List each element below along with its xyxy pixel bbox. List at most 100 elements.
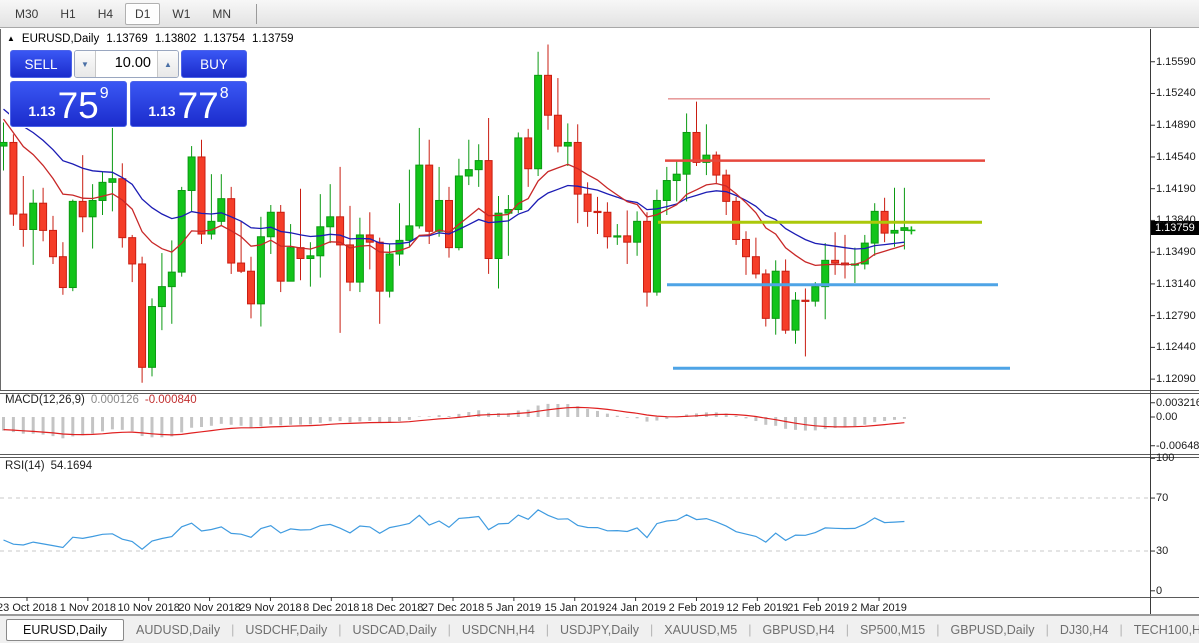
date-tick-label: 1 Nov 2018	[59, 602, 116, 614]
candle-body	[138, 263, 147, 368]
chart-tab-audusd-daily[interactable]: AUDUSD,Daily	[126, 620, 230, 640]
date-tick-label: 15 Jan 2019	[544, 602, 606, 614]
price-tick-label: 1.14540	[1156, 150, 1196, 163]
candle-body	[118, 178, 127, 239]
rsi-tick-label: 70	[1156, 492, 1169, 505]
chart-ohlc-header: ▲ EURUSD,Daily 1.13769 1.13802 1.13754 1…	[7, 33, 294, 45]
candle-body	[346, 244, 354, 283]
candle-body	[316, 226, 325, 257]
candle-body	[761, 273, 770, 319]
volume-decrease-icon[interactable]: ▼	[75, 51, 96, 77]
sell-price-prefix: 1.13	[28, 103, 56, 119]
candle-body	[29, 202, 38, 230]
macd-tick-label: -0.006485	[1156, 439, 1199, 452]
rsi-name: RSI(14)	[5, 460, 45, 472]
chart-tab-tech100-h1[interactable]: TECH100,H1	[1124, 620, 1199, 640]
chart-tab-gbpusd-daily[interactable]: GBPUSD,Daily	[941, 620, 1045, 640]
candle-body	[742, 238, 750, 258]
candle-body	[49, 229, 57, 258]
up-triangle-icon: ▲	[7, 33, 15, 43]
volume-input[interactable]: 10.00	[96, 51, 157, 77]
chart-tab-gbpusd-h4[interactable]: GBPUSD,H4	[752, 620, 844, 640]
candle-body	[474, 160, 483, 171]
candle-body	[900, 227, 909, 231]
price-tick-label: 1.12790	[1156, 309, 1196, 322]
candle-body	[682, 131, 691, 175]
candle-body	[286, 247, 295, 282]
chart-tab-usdchf-daily[interactable]: USDCHF,Daily	[235, 620, 337, 640]
price-tick-label: 1.14190	[1156, 182, 1196, 195]
candle-body	[553, 114, 562, 147]
chart-tab-dj30-h4[interactable]: DJ30,H4	[1050, 620, 1119, 640]
sell-price-button[interactable]: 1.13 75 9	[10, 81, 127, 127]
candle-body	[494, 212, 503, 260]
date-tick-label: 12 Feb 2019	[726, 602, 789, 614]
volume-increase-icon[interactable]: ▲	[157, 51, 178, 77]
date-tick-label: 2 Feb 2019	[668, 602, 725, 614]
rsi-tick-label: 0	[1156, 584, 1163, 597]
candle-body	[633, 220, 642, 243]
mt4-window: M30 H1 H4 D1 W1 MN ▲ EURUSD,Daily 1.13769 1.1…	[0, 0, 1199, 643]
candle-body	[613, 235, 622, 238]
buy-price-button[interactable]: 1.13 77 8	[130, 81, 247, 127]
candle-body	[484, 160, 493, 260]
candle-body	[296, 247, 305, 260]
candle-body	[68, 200, 77, 289]
candle-body	[603, 211, 612, 238]
rsi-value: 54.1694	[50, 460, 93, 472]
candle-body	[464, 169, 473, 177]
candle-body	[712, 154, 721, 176]
price-tick-label: 1.14890	[1156, 119, 1196, 132]
candle-body	[187, 156, 196, 192]
sell-button[interactable]: SELL	[10, 50, 72, 78]
rsi-tick-label: 100	[1156, 452, 1175, 465]
buy-price-sup: 8	[219, 85, 229, 102]
candle-body	[563, 141, 572, 147]
candle-body	[593, 210, 602, 214]
candle-body	[207, 220, 216, 235]
candle-body	[662, 180, 671, 201]
candle-body	[9, 141, 18, 215]
candle-body	[781, 270, 790, 331]
candle-body	[672, 173, 681, 182]
macd-tick-label: 0.003216	[1156, 396, 1199, 409]
candle-body	[534, 74, 543, 170]
chart-tab-usdjpy-daily[interactable]: USDJPY,Daily	[550, 620, 649, 640]
buy-button[interactable]: BUY	[181, 50, 247, 78]
chart-tab-sp500-m15[interactable]: SP500,M15	[850, 620, 935, 640]
candle-body	[306, 255, 315, 260]
chart-tab-usdcad-daily[interactable]: USDCAD,Daily	[343, 620, 447, 640]
ohlc-high: 1.13802	[154, 33, 197, 45]
macd-value: 0.000126	[90, 394, 139, 406]
candle-body	[217, 198, 226, 222]
candle-body	[237, 262, 246, 272]
date-tick-label: 10 Nov 2018	[117, 602, 180, 614]
candle-body	[39, 202, 48, 231]
chart-tab-eurusd-daily[interactable]: EURUSD,Daily	[6, 618, 125, 641]
buy-price-prefix: 1.13	[148, 103, 176, 119]
candle-body	[58, 256, 67, 289]
candle-body	[425, 164, 434, 232]
candle-body	[148, 306, 156, 368]
chart-tab-xauusd-m5[interactable]: XAUUSD,M5	[654, 620, 747, 640]
candle-body	[454, 175, 463, 249]
candle-body	[108, 178, 117, 183]
candle-body	[890, 229, 899, 234]
candle-body	[385, 253, 394, 292]
date-tick-label: 23 Oct 2018	[0, 602, 57, 614]
price-tick-label: 1.13490	[1156, 246, 1196, 259]
price-tick-label: 1.12090	[1156, 373, 1196, 386]
date-tick-label: 8 Dec 2018	[303, 602, 360, 614]
candle-body	[197, 156, 206, 235]
macd-signal-value: -0.000840	[144, 394, 197, 406]
candle-body	[326, 216, 335, 228]
price-tick-label: 1.13140	[1156, 277, 1196, 290]
candle-body	[157, 286, 166, 308]
candle-body	[256, 236, 265, 305]
candle-body	[544, 74, 552, 116]
chart-tab-usdcnh-h4[interactable]: USDCNH,H4	[452, 620, 545, 640]
candle-body	[355, 234, 364, 283]
candle-body	[415, 164, 424, 227]
price-tick-label: 1.12440	[1156, 341, 1196, 354]
ohlc-low: 1.13754	[203, 33, 245, 45]
